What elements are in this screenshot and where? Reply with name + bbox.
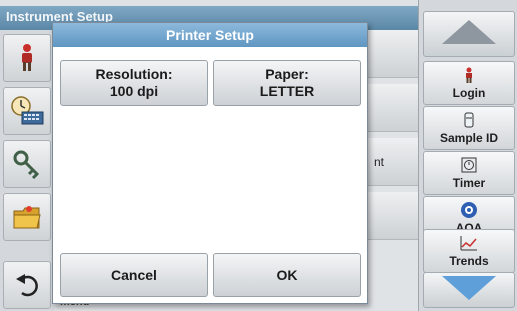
cancel-button[interactable]: Cancel bbox=[60, 253, 208, 297]
dialog-title: Printer Setup bbox=[53, 23, 367, 47]
resolution-value: 100 dpi bbox=[109, 83, 159, 99]
scroll-down-button[interactable] bbox=[423, 272, 515, 308]
operator-button[interactable] bbox=[3, 34, 51, 82]
person-icon bbox=[463, 66, 475, 84]
login-button[interactable]: Login bbox=[423, 61, 515, 105]
trends-label: Trends bbox=[449, 254, 489, 268]
triangle-up-icon bbox=[441, 19, 497, 50]
timer-label: Timer bbox=[452, 176, 486, 190]
paper-value: LETTER bbox=[259, 83, 315, 99]
back-icon bbox=[14, 273, 40, 297]
aqa-icon bbox=[460, 201, 478, 219]
cancel-label: Cancel bbox=[111, 266, 157, 283]
security-button[interactable] bbox=[3, 140, 51, 188]
printer-setup-dialog: Printer Setup Resolution: 100 dpi Paper:… bbox=[52, 22, 368, 304]
ok-label: OK bbox=[276, 266, 298, 283]
background-row-text: nt bbox=[373, 155, 384, 169]
sample-vial-icon bbox=[463, 111, 475, 129]
timer-button[interactable]: Timer bbox=[423, 151, 515, 195]
left-toolbar bbox=[0, 30, 54, 311]
resolution-button[interactable]: Resolution: 100 dpi bbox=[60, 60, 208, 106]
timer-icon bbox=[461, 156, 477, 174]
paper-button[interactable]: Paper: LETTER bbox=[213, 60, 361, 106]
scroll-up-button[interactable] bbox=[423, 11, 515, 57]
ok-button[interactable]: OK bbox=[213, 253, 361, 297]
sample-id-label: Sample ID bbox=[439, 131, 499, 145]
folder-icon bbox=[12, 203, 42, 231]
key-icon bbox=[12, 149, 42, 179]
back-button[interactable] bbox=[3, 261, 51, 309]
clock-keyboard-icon bbox=[10, 96, 44, 126]
login-label: Login bbox=[452, 86, 486, 100]
right-toolbar: Login Sample ID Timer AQA Trends bbox=[418, 0, 517, 311]
trends-button[interactable]: Trends bbox=[423, 229, 515, 273]
paper-label: Paper: bbox=[265, 66, 309, 82]
trend-chart-icon bbox=[460, 234, 478, 252]
resolution-label: Resolution: bbox=[95, 66, 173, 82]
data-folder-button[interactable] bbox=[3, 193, 51, 241]
device-screen: Instrument Setup nt menu bbox=[0, 0, 517, 311]
triangle-down-icon bbox=[441, 275, 497, 306]
person-icon bbox=[16, 43, 38, 73]
clock-settings-button[interactable] bbox=[3, 87, 51, 135]
sample-id-button[interactable]: Sample ID bbox=[423, 106, 515, 150]
